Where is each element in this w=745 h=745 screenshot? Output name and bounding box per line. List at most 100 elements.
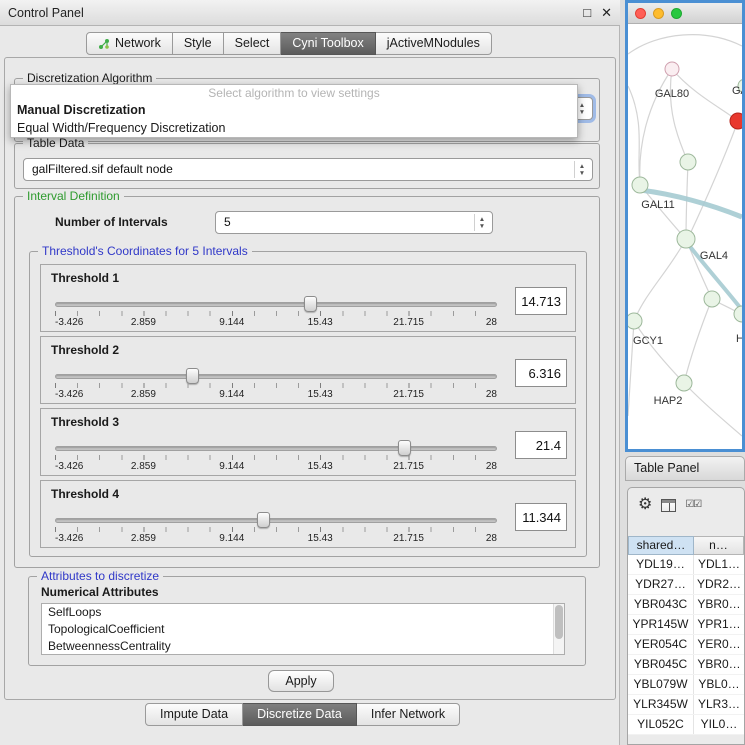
table-cell[interactable]: YDR2… [694,575,744,594]
list-item[interactable]: BetweennessCentrality [42,638,564,655]
network-node[interactable] [680,154,696,170]
threshold-4-value-field[interactable] [515,503,567,531]
select-columns-icon[interactable]: ☑☑ [685,500,701,510]
interval-definition-group: Interval Definition Number of Intervals … [14,196,600,568]
table-row[interactable]: YBR043C YBR0… [628,595,744,615]
zoom-traffic-light-icon[interactable] [671,8,682,19]
tab-select[interactable]: Select [224,32,282,55]
table-row[interactable]: YER054C YER0… [628,635,744,655]
table-row[interactable]: YBR045C YBR0… [628,655,744,675]
network-canvas[interactable]: GAL80 GA GAL11 GAL4 GCY1 H HAP2 [628,24,742,448]
table-cell[interactable]: YBL079W [628,675,694,694]
threshold-1-slider[interactable]: -3.426 2.859 9.144 15.43 21.715 28 [55,297,497,331]
threshold-3-value-field[interactable] [515,431,567,459]
table-cell[interactable]: YIL052C [628,715,694,734]
network-icon [98,38,110,50]
table-cell[interactable]: YPR1… [694,615,744,634]
table-cell[interactable]: YBR0… [694,655,744,674]
slider-tick-labels: -3.426 2.859 9.144 15.43 21.715 28 [55,461,497,473]
threshold-2-value-field[interactable] [515,359,567,387]
column-header-shared-name[interactable]: shared… [628,536,694,555]
list-scrollbar-thumb[interactable] [555,605,563,639]
network-node[interactable] [628,313,642,329]
table-row[interactable]: YLR345W YLR3… [628,695,744,715]
threshold-1-value-field[interactable] [515,287,567,315]
table-row[interactable]: YDR27… YDR2… [628,575,744,595]
slider-handle[interactable] [257,512,270,528]
network-window-titlebar[interactable] [628,3,742,24]
tab-network[interactable]: Network [86,32,173,55]
column-header-name[interactable]: n… [694,536,744,555]
dropdown-item-equal-width-frequency[interactable]: Equal Width/Frequency Discretization [11,119,577,137]
apply-button[interactable]: Apply [268,670,334,692]
slider-track[interactable] [55,518,497,523]
tab-discretize-data[interactable]: Discretize Data [243,703,357,726]
tab-infer-network[interactable]: Infer Network [357,703,460,726]
table-data-group-title: Table Data [23,136,88,150]
table-cell[interactable]: YLR345W [628,695,694,714]
network-node-selected[interactable] [730,113,742,129]
table-cell[interactable]: YDL1… [694,555,744,574]
combo-stepper-icon[interactable]: ▲▼ [474,214,489,231]
tab-impute-data[interactable]: Impute Data [145,703,243,726]
table-data-combo[interactable]: galFiltered.sif default node ▲▼ [23,158,593,181]
list-scrollbar[interactable] [553,604,564,654]
table-cell[interactable]: YLR3… [694,695,744,714]
list-item[interactable]: TopologicalCoefficient [42,621,564,638]
slider-handle[interactable] [186,368,199,384]
tick-label: 2.859 [131,389,156,400]
table-cell[interactable]: YIL0… [694,715,744,734]
tab-cyni-toolbox[interactable]: Cyni Toolbox [281,32,375,55]
table-cell[interactable]: YBR043C [628,595,694,614]
control-panel-tabs: Network Style Select Cyni Toolbox jActiv… [86,32,492,55]
slider-track[interactable] [55,374,497,379]
threshold-2-slider[interactable]: -3.426 2.859 9.144 15.43 21.715 28 [55,369,497,403]
node-label: H [736,333,742,345]
attributes-group-title: Attributes to discretize [37,569,163,583]
gear-icon[interactable]: ⚙ [638,497,652,513]
threshold-3-slider[interactable]: -3.426 2.859 9.144 15.43 21.715 28 [55,441,497,475]
close-traffic-light-icon[interactable] [635,8,646,19]
table-cell[interactable]: YBL0… [694,675,744,694]
network-node[interactable] [665,62,679,76]
network-node[interactable] [677,230,695,248]
network-window: GAL80 GA GAL11 GAL4 GCY1 H HAP2 [625,0,745,452]
tab-jactivemnodules[interactable]: jActiveMNodules [376,32,492,55]
table-cell[interactable]: YDL19… [628,555,694,574]
slider-track[interactable] [55,446,497,451]
table-cell[interactable]: YBR045C [628,655,694,674]
table-cell[interactable]: YER0… [694,635,744,654]
table-cell[interactable]: YBR0… [694,595,744,614]
network-node[interactable] [676,375,692,391]
slider-handle[interactable] [304,296,317,312]
tick-label: 28 [486,533,497,544]
close-window-icon[interactable]: ✕ [601,6,612,19]
minimize-traffic-light-icon[interactable] [653,8,664,19]
table-row[interactable]: YPR145W YPR1… [628,615,744,635]
tick-label: 28 [486,461,497,472]
table-cell[interactable]: YDR27… [628,575,694,594]
table-cell[interactable]: YER054C [628,635,694,654]
threshold-4-slider[interactable]: -3.426 2.859 9.144 15.43 21.715 28 [55,513,497,547]
table-row[interactable]: YDL19… YDL1… [628,555,744,575]
thresholds-group-title: Threshold's Coordinates for 5 Intervals [38,244,252,258]
tab-style[interactable]: Style [173,32,224,55]
number-of-intervals-combo[interactable]: 5 ▲▼ [215,211,493,234]
table-panel-header[interactable]: Table Panel [625,456,745,481]
columns-icon[interactable] [661,499,676,512]
dropdown-item-manual-discretization[interactable]: Manual Discretization [11,101,577,119]
network-node[interactable] [632,177,648,193]
list-item[interactable]: SelfLoops [42,604,564,621]
float-window-icon[interactable]: □ [583,6,591,19]
network-node[interactable] [704,291,720,307]
network-node[interactable] [734,306,742,322]
combo-stepper-icon[interactable]: ▲▼ [574,161,589,178]
table-row[interactable]: YBL079W YBL0… [628,675,744,695]
table-cell[interactable]: YPR145W [628,615,694,634]
tick-label: 28 [486,389,497,400]
table-row[interactable]: YIL052C YIL0… [628,715,744,735]
slider-track[interactable] [55,302,497,307]
control-panel-titlebar[interactable]: Control Panel □ ✕ [0,0,620,26]
slider-handle[interactable] [398,440,411,456]
threshold-1-label: Threshold 1 [51,271,119,285]
